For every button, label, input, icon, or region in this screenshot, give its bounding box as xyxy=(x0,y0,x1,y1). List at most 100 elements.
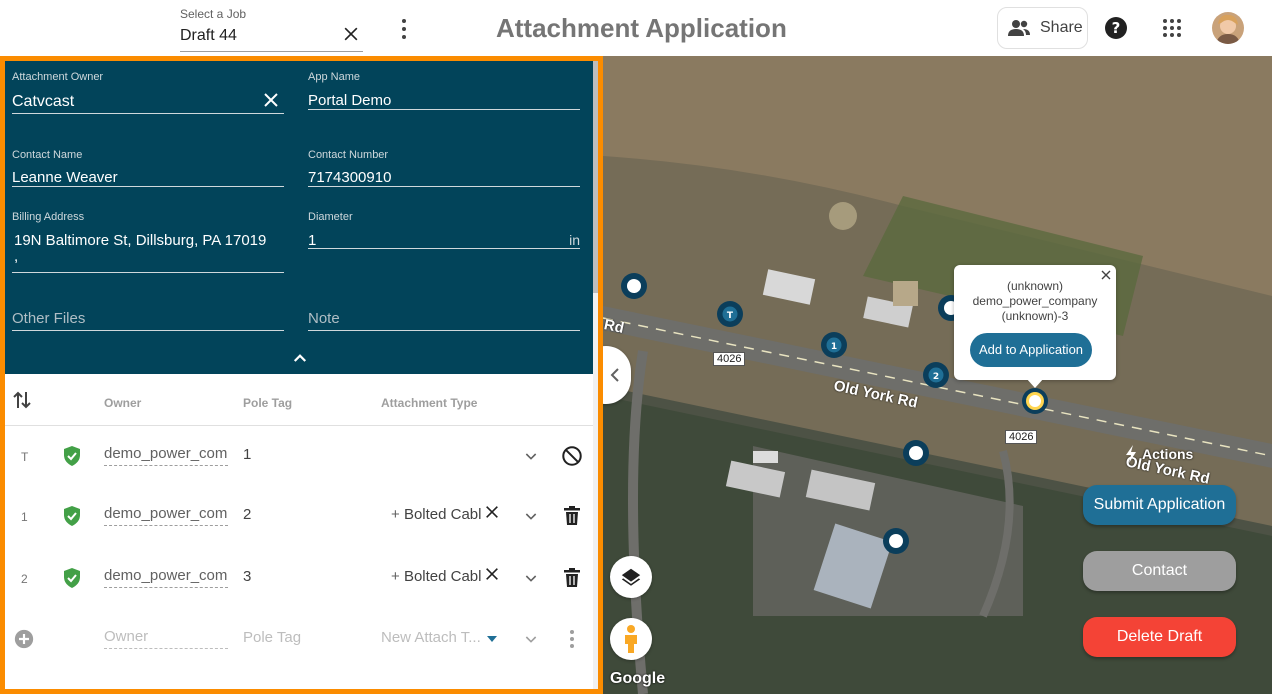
expand-icon[interactable] xyxy=(523,448,539,464)
row-owner[interactable]: demo_power_company xyxy=(104,445,228,466)
row-owner[interactable]: demo_power_company xyxy=(104,505,228,526)
verified-check-icon xyxy=(64,506,80,526)
note-field[interactable]: Note xyxy=(308,309,580,331)
new-attach-type-select[interactable]: New Attach T... xyxy=(381,629,481,646)
other-files-placeholder: Other Files xyxy=(12,310,86,327)
user-avatar[interactable] xyxy=(1212,12,1244,44)
layers-button[interactable] xyxy=(610,556,652,598)
row-pole-tag[interactable]: 2 xyxy=(243,506,251,523)
google-logo: Google xyxy=(610,670,666,687)
svg-text:?: ? xyxy=(1112,19,1121,37)
attachment-table-header: Owner Pole Tag Attachment Type xyxy=(5,374,593,426)
delete-draft-button[interactable]: Delete Draft xyxy=(1083,617,1236,657)
pole-tag-column-header: Pole Tag xyxy=(243,396,293,410)
street-view-button[interactable] xyxy=(610,618,652,660)
application-form: Attachment Owner Catvcast App Name Porta… xyxy=(5,61,593,374)
scrollbar-thumb[interactable] xyxy=(593,61,598,293)
job-select-value: Draft 44 xyxy=(180,27,237,44)
diameter-value: 1 xyxy=(308,232,317,249)
row-owner[interactable]: demo_power_company xyxy=(104,567,228,588)
trash-icon[interactable] xyxy=(563,568,581,588)
row-attachment-label: Bolted Cable xyxy=(403,568,481,585)
chevron-up-icon[interactable] xyxy=(291,349,309,367)
expand-icon[interactable] xyxy=(523,570,539,586)
job-select[interactable]: Select a Job Draft 44 xyxy=(180,6,363,52)
row-pole-tag[interactable]: 1 xyxy=(243,446,251,463)
app-name-label: App Name xyxy=(308,71,360,83)
pole-marker-selected[interactable] xyxy=(1022,388,1048,414)
new-owner-input[interactable]: Owner xyxy=(104,628,228,649)
sort-icon[interactable] xyxy=(13,390,31,410)
billing-address-label: Billing Address xyxy=(12,211,85,223)
row-attachment-label: Bolted Cable xyxy=(403,506,481,523)
remove-attachment-icon[interactable] xyxy=(484,566,500,582)
map-view[interactable]: 4026 4026 Old York Rd Old York Rd Rd T 1… xyxy=(603,56,1272,694)
share-label: Share xyxy=(1040,19,1083,36)
share-button[interactable]: Share xyxy=(997,7,1088,49)
row-pole-tag[interactable]: 3 xyxy=(243,568,251,585)
bolt-icon xyxy=(1126,445,1136,463)
diameter-field[interactable]: Diameter 1 in xyxy=(308,211,580,249)
pole-marker-2[interactable]: 2 xyxy=(923,362,949,388)
app-name-value: Portal Demo xyxy=(308,92,392,109)
remove-attachment-icon[interactable] xyxy=(484,504,500,520)
submit-application-button[interactable]: Submit Application xyxy=(1083,485,1236,525)
billing-address-line-2: , xyxy=(14,248,19,265)
job-select-label: Select a Job xyxy=(180,7,247,21)
block-icon[interactable] xyxy=(561,445,583,467)
trash-icon[interactable] xyxy=(563,506,581,526)
diameter-unit: in xyxy=(569,232,580,248)
people-icon xyxy=(1008,20,1030,36)
pole-marker-1[interactable]: 1 xyxy=(821,332,847,358)
layers-icon xyxy=(621,568,641,586)
contact-number-field[interactable]: Contact Number 7174300910 xyxy=(308,149,580,187)
row-index: T xyxy=(21,450,29,464)
verified-check-icon xyxy=(64,446,80,466)
expand-icon[interactable] xyxy=(523,631,539,647)
diameter-label: Diameter xyxy=(308,211,353,223)
row-attachment-type[interactable]: + Bolted Cable xyxy=(391,568,481,585)
table-row: 1 demo_power_company 2 + Bolted Cable xyxy=(5,486,593,546)
contact-button[interactable]: Contact xyxy=(1083,551,1236,591)
pole-marker-label: 2 xyxy=(933,372,939,382)
more-vert-icon[interactable] xyxy=(564,629,580,649)
top-bar: Select a Job Draft 44 Attachment Applica… xyxy=(0,0,1272,56)
new-pole-tag-input[interactable]: Pole Tag xyxy=(243,629,301,646)
other-files-field[interactable]: Other Files xyxy=(12,309,284,331)
owner-column-header: Owner xyxy=(104,396,142,410)
pole-marker-label: 1 xyxy=(831,342,837,352)
pole-marker[interactable] xyxy=(621,273,647,299)
billing-address-field[interactable]: Billing Address 19N Baltimore St, Dillsb… xyxy=(12,211,284,273)
contact-number-value: 7174300910 xyxy=(308,169,392,186)
add-circle-icon[interactable] xyxy=(14,629,34,649)
contact-name-label: Contact Name xyxy=(12,149,83,161)
attachment-owner-value: Catvcast xyxy=(12,93,75,110)
page-title: Attachment Application xyxy=(496,13,787,43)
dropdown-arrow-icon[interactable] xyxy=(486,635,498,643)
expand-icon[interactable] xyxy=(523,508,539,524)
attachment-owner-field[interactable]: Attachment Owner Catvcast xyxy=(12,71,284,114)
chevron-left-icon xyxy=(610,368,619,382)
application-panel: Attachment Owner Catvcast App Name Porta… xyxy=(0,56,603,694)
row-attachment-type[interactable]: + Bolted Cable xyxy=(391,506,481,523)
pole-info-popup: (unknown) demo_power_company (unknown)-3… xyxy=(954,265,1116,380)
clear-owner-icon[interactable] xyxy=(262,91,280,109)
app-name-field[interactable]: App Name Portal Demo xyxy=(308,71,580,110)
billing-address-line-1: 19N Baltimore St, Dillsburg, PA 17019 xyxy=(14,232,267,249)
help-icon[interactable]: ? xyxy=(1104,16,1128,40)
pole-markers-layer: T 1 2 xyxy=(621,273,1048,554)
add-icon: + xyxy=(391,568,404,585)
close-icon[interactable] xyxy=(1101,270,1111,280)
table-row: 2 demo_power_company 3 + Bolted Cable xyxy=(5,548,593,608)
pole-marker[interactable] xyxy=(903,440,929,466)
contact-name-field[interactable]: Contact Name Leanne Weaver xyxy=(12,149,284,187)
pole-marker-label: T xyxy=(727,311,734,321)
actions-label: Actions xyxy=(1142,446,1194,462)
add-to-application-button[interactable]: Add to Application xyxy=(970,333,1092,367)
popup-line-1: (unknown) xyxy=(1006,279,1064,293)
more-vert-icon[interactable] xyxy=(394,16,414,42)
pole-marker[interactable] xyxy=(883,528,909,554)
clear-job-icon[interactable] xyxy=(341,24,361,44)
pole-marker-t[interactable]: T xyxy=(717,301,743,327)
apps-grid-icon[interactable] xyxy=(1160,16,1184,40)
